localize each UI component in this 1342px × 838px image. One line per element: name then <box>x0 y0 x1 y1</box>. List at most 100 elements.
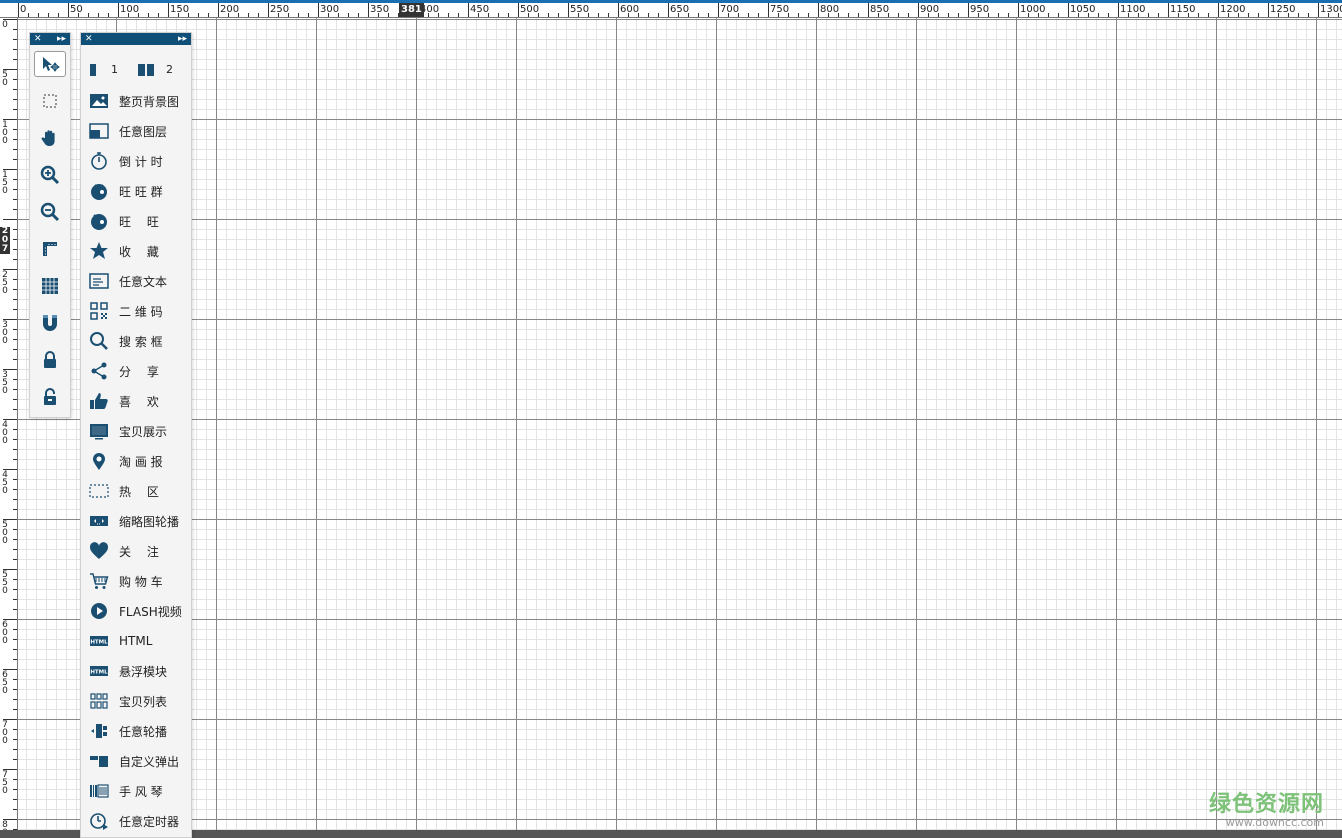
magnet-tool[interactable] <box>34 310 66 336</box>
watermark: 绿色资源网 www.downcc.com <box>1209 786 1324 829</box>
zoom-out-tool[interactable] <box>34 199 66 225</box>
hand-icon <box>41 130 55 146</box>
widget-item[interactable]: 购 物 车 <box>89 570 189 592</box>
ruler-label: 200 <box>220 4 240 15</box>
widget-item[interactable]: 旺 旺 群 <box>89 180 189 202</box>
ruler-label: 450 <box>2 470 8 496</box>
widget-item[interactable]: 自定义弹出 <box>89 750 189 772</box>
widget-item[interactable]: 旺 旺 <box>89 210 189 232</box>
ruler-tick <box>13 659 17 660</box>
widget-item-label: 任意定时器 <box>119 814 180 829</box>
design-canvas[interactable] <box>18 18 1342 830</box>
close-icon[interactable]: ✕ <box>85 33 93 45</box>
ruler-tick <box>13 729 17 730</box>
ruler-tick <box>13 109 17 110</box>
ruler-label: 50 <box>70 4 83 15</box>
widget-item[interactable]: 手 风 琴 <box>89 780 189 802</box>
widget-item[interactable]: 整页背景图 <box>89 90 189 112</box>
ruler-label: 1250 <box>1270 4 1296 15</box>
one-column-button[interactable]: 1 <box>89 63 118 76</box>
ruler-tick <box>13 309 17 310</box>
ruler-tick <box>3 219 17 220</box>
ruler-label: 550 <box>570 4 590 15</box>
ruler-tick <box>918 3 919 17</box>
ruler-tick <box>13 359 17 360</box>
ruler-tick <box>13 339 17 340</box>
widget-palette-header: ✕ ▸▸ <box>81 33 191 45</box>
ruler-label: 950 <box>970 4 990 15</box>
widget-item[interactable]: 二 维 码 <box>89 300 189 322</box>
ruler-tick <box>1118 3 1119 17</box>
marquee-select-tool[interactable] <box>34 88 66 114</box>
select-move-tool[interactable] <box>34 51 66 77</box>
widget-item-label: 购 物 车 <box>119 574 163 589</box>
ruler-tick <box>1148 13 1149 17</box>
widget-item[interactable]: 任意轮播 <box>89 720 189 742</box>
slider-icon <box>89 721 109 741</box>
widget-item[interactable]: 宝贝展示 <box>89 420 189 442</box>
close-icon[interactable]: ✕ <box>34 33 42 45</box>
lock-tool[interactable] <box>34 347 66 373</box>
ruler-tick <box>868 3 869 17</box>
widget-item-label: 宝贝展示 <box>119 424 168 439</box>
marquee-icon <box>43 94 57 108</box>
widget-item[interactable]: FLASH视频 <box>89 600 189 622</box>
ruler-label: 300 <box>2 320 8 346</box>
expand-icon[interactable]: ▸▸ <box>57 33 66 45</box>
ruler-tick <box>98 13 99 17</box>
ruler-tick <box>1108 13 1109 17</box>
widget-item[interactable]: 任意文本 <box>89 270 189 292</box>
two-column-button[interactable]: 2 <box>138 63 173 76</box>
corner-guide-tool[interactable] <box>34 236 66 262</box>
widget-item[interactable]: 关 注 <box>89 540 189 562</box>
cart-icon <box>89 571 109 591</box>
ruler-tick <box>318 3 319 17</box>
widget-item[interactable]: 分 享 <box>89 360 189 382</box>
ruler-tick <box>748 13 749 17</box>
ruler-tick <box>13 529 17 530</box>
ruler-label: 100 <box>120 4 140 15</box>
ruler-label: 0 <box>20 4 27 15</box>
widget-item-label: 旺 旺 <box>119 214 159 229</box>
ruler-tick <box>88 13 89 17</box>
widget-item[interactable]: 搜 索 框 <box>89 330 189 352</box>
ruler-tick <box>1158 13 1159 17</box>
popup-icon <box>89 751 109 771</box>
ruler-label: 500 <box>2 520 8 546</box>
widget-item-label: 旺 旺 群 <box>119 184 163 199</box>
ruler-label: 150 <box>170 4 190 15</box>
ruler-tick <box>558 13 559 17</box>
widget-item[interactable]: 缩略图轮播 <box>89 510 189 532</box>
ruler-label: 350 <box>370 4 390 15</box>
expand-icon[interactable]: ▸▸ <box>178 33 187 45</box>
widget-item[interactable]: 宝贝列表 <box>89 690 189 712</box>
widget-item[interactable]: 喜 欢 <box>89 390 189 412</box>
widget-item[interactable]: 倒 计 时 <box>89 150 189 172</box>
unlock-tool[interactable] <box>34 384 66 410</box>
ruler-tick <box>658 13 659 17</box>
ruler-tick <box>518 3 519 17</box>
star-icon <box>89 241 109 261</box>
tool-palette: ✕ ▸▸ <box>29 32 71 418</box>
corner-guide-icon <box>43 242 57 256</box>
bottom-scrollbar[interactable] <box>0 830 1342 838</box>
ruler-label: 1300 <box>1320 4 1342 15</box>
widget-item[interactable]: 任意图层 <box>89 120 189 142</box>
ruler-label: 1000 <box>1020 4 1046 15</box>
widget-item[interactable]: HTML 悬浮模块 <box>89 660 189 682</box>
widget-item[interactable]: 任意定时器 <box>89 810 189 832</box>
widget-item[interactable]: HTML HTML <box>89 630 189 652</box>
widget-item[interactable]: 淘 画 报 <box>89 450 189 472</box>
ruler-tick <box>618 3 619 17</box>
grid-tool[interactable] <box>34 273 66 299</box>
zoom-in-tool[interactable] <box>34 162 66 188</box>
ruler-label: 1050 <box>1070 4 1096 15</box>
ruler-tick <box>13 559 17 560</box>
widget-item[interactable]: 热 区 <box>89 480 189 502</box>
widget-item-label: 收 藏 <box>119 244 159 259</box>
ruler-tick <box>808 13 809 17</box>
widget-item[interactable]: 收 藏 <box>89 240 189 262</box>
zoom-out-icon <box>40 202 60 222</box>
hand-tool[interactable] <box>34 125 66 151</box>
ruler-tick <box>1098 13 1099 17</box>
